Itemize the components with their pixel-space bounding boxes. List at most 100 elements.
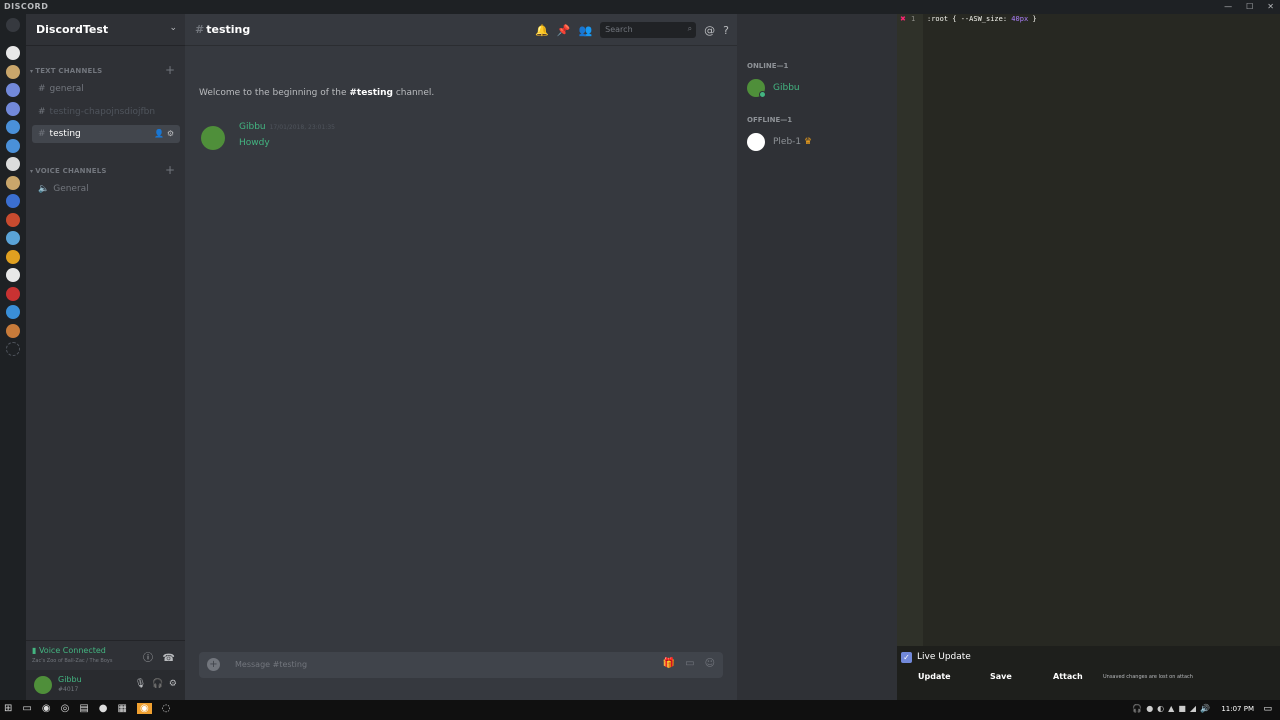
channel-item-general[interactable]: # general [32, 80, 180, 98]
member-item[interactable]: Gibbu [747, 79, 887, 99]
app-icon[interactable]: ◉ [136, 703, 152, 714]
emoji-icon[interactable]: ☺ [705, 658, 715, 669]
attach-button[interactable]: Attach [1053, 672, 1083, 681]
save-button[interactable]: Save [990, 672, 1012, 681]
os-taskbar: ⊞ ▭ ◉ ◎ ▤ ● ▦ ◉ ◌ 🎧 ● ◐ ▲ ■ ◢ 🔊 11:07 PM… [0, 700, 1280, 720]
avatar[interactable] [201, 126, 225, 150]
add-voice-channel-icon[interactable]: + [165, 164, 175, 176]
server-icon[interactable] [6, 83, 20, 97]
member-item[interactable]: Pleb-1 ♛ [747, 133, 887, 153]
discord-logo-icon [747, 133, 765, 151]
voice-location: Zac's Zoo of Ball-Zac / The Boys [32, 658, 113, 664]
disconnect-icon[interactable]: ☎ [163, 653, 175, 664]
server-icon[interactable] [6, 175, 20, 190]
gear-icon[interactable]: ⚙ [169, 679, 177, 689]
message-composer[interactable]: + Message #testing 🎁 ▭ ☺ [199, 652, 723, 678]
tray-icon[interactable]: ■ [1178, 704, 1186, 713]
search-icon: ⌕ [687, 24, 693, 33]
add-server-icon[interactable] [6, 342, 20, 356]
signal-icon: ▮ [32, 646, 37, 655]
app-brand: DISCORD [4, 2, 49, 11]
browser-icon[interactable]: ◉ [42, 703, 51, 714]
server-icon[interactable] [6, 249, 20, 264]
chat-area: # testing 🔔 📌 👥 Search ⌕ @ ? Welcome to t… [185, 14, 737, 700]
terminal-icon[interactable]: ▦ [118, 703, 127, 714]
desktop-icon[interactable]: ▭ [22, 703, 31, 714]
voice-connection-panel: ▮ Voice Connected Zac's Zoo of Ball-Zac … [26, 640, 185, 670]
server-icon[interactable] [6, 138, 20, 153]
server-header[interactable]: DiscordTest ⌄ [26, 14, 185, 46]
notification-icon[interactable]: ▭ [1263, 704, 1272, 714]
live-update-checkbox[interactable]: ✓ [901, 652, 912, 663]
code-line[interactable]: :root { --ASW_size: 40px } [927, 15, 1037, 23]
voice-channel-general[interactable]: 🔈 General [32, 180, 180, 198]
start-icon[interactable]: ⊞ [4, 703, 12, 714]
message-author[interactable]: Gibbu 17/01/2018, 23:01:35 [239, 122, 335, 132]
clock[interactable]: 11:07 PM [1221, 705, 1254, 713]
server-icon[interactable] [6, 120, 20, 134]
server-icon[interactable] [6, 64, 20, 79]
home-icon[interactable] [6, 18, 20, 32]
headphones-icon[interactable]: 🎧 [152, 679, 163, 689]
gift-icon[interactable]: 🎁 [663, 658, 675, 669]
server-icon[interactable] [6, 231, 20, 245]
server-icon[interactable] [6, 212, 20, 227]
members-icon[interactable]: 👥 [578, 24, 592, 37]
server-icon[interactable] [6, 323, 20, 338]
voice-channels-category[interactable]: ▾ VOICE CHANNELS [30, 167, 107, 175]
hash-icon: # [38, 129, 46, 139]
search-input[interactable]: Search ⌕ [600, 22, 697, 38]
server-icon[interactable] [6, 157, 20, 171]
minimize-icon[interactable]: — [1224, 2, 1232, 11]
error-icon[interactable]: ✖ [900, 15, 906, 23]
gear-icon[interactable]: ⚙ [167, 129, 174, 138]
avatar[interactable] [34, 676, 52, 694]
app-icon[interactable]: ▤ [79, 703, 88, 714]
maximize-icon[interactable]: ☐ [1246, 2, 1253, 11]
app-icon[interactable]: ◎ [61, 703, 70, 714]
username: Gibbu [58, 675, 82, 684]
server-icon[interactable] [6, 46, 20, 60]
info-icon[interactable]: ⓘ [143, 653, 153, 664]
app-icon[interactable]: ● [99, 703, 108, 714]
volume-icon[interactable]: 🔊 [1200, 704, 1210, 713]
add-channel-icon[interactable]: + [165, 64, 175, 76]
mute-icon[interactable]: 🎙 [135, 679, 146, 689]
close-icon[interactable]: ✕ [1267, 2, 1274, 11]
chevron-down-icon[interactable]: ⌄ [169, 23, 177, 33]
server-icon[interactable] [6, 305, 20, 319]
tray-icon[interactable]: ● [1146, 704, 1153, 713]
channel-item-testing[interactable]: # testing 👤 ⚙ [32, 125, 180, 143]
hash-icon: # [38, 84, 46, 94]
message-input[interactable]: Message #testing [235, 660, 307, 669]
gif-icon[interactable]: ▭ [685, 658, 694, 669]
pin-icon[interactable]: 📌 [557, 24, 571, 37]
upload-icon[interactable]: + [207, 658, 220, 671]
discord-icon[interactable]: ◌ [162, 703, 171, 714]
tray-icon[interactable]: ▲ [1168, 704, 1174, 713]
bell-icon[interactable]: 🔔 [535, 24, 549, 37]
server-icon[interactable] [6, 268, 20, 282]
editor-toolbar: ✓ Live Update Update Save Attach Unsaved… [897, 646, 1280, 700]
welcome-message: Welcome to the beginning of the #testing… [199, 88, 435, 98]
live-update-label: Live Update [917, 652, 971, 662]
member-name: Pleb-1 [773, 137, 802, 147]
text-channels-category[interactable]: ▾ TEXT CHANNELS [30, 67, 102, 75]
update-button[interactable]: Update [918, 672, 951, 681]
invite-icon[interactable]: 👤 [154, 129, 164, 138]
help-icon[interactable]: ? [723, 24, 729, 37]
css-editor-panel: ✖ 1 :root { --ASW_size: 40px } ✓ Live Up… [897, 14, 1280, 700]
online-header: ONLINE—1 [747, 62, 789, 70]
server-icon[interactable] [6, 101, 20, 116]
network-icon[interactable]: ◢ [1190, 704, 1196, 713]
server-icon[interactable] [6, 286, 20, 301]
tray-icon[interactable]: ◐ [1157, 704, 1164, 713]
server-name: DiscordTest [36, 23, 109, 36]
channel-item-testing-chapojnsdiojfbn[interactable]: # testing-chapojnsdiojfbn [32, 103, 180, 121]
offline-header: OFFLINE—1 [747, 116, 793, 124]
user-tag: #4017 [58, 686, 79, 693]
server-icon[interactable] [6, 194, 20, 208]
mention-icon[interactable]: @ [704, 24, 715, 37]
hash-icon: # [195, 23, 205, 36]
headphones-icon[interactable]: 🎧 [1132, 704, 1142, 713]
